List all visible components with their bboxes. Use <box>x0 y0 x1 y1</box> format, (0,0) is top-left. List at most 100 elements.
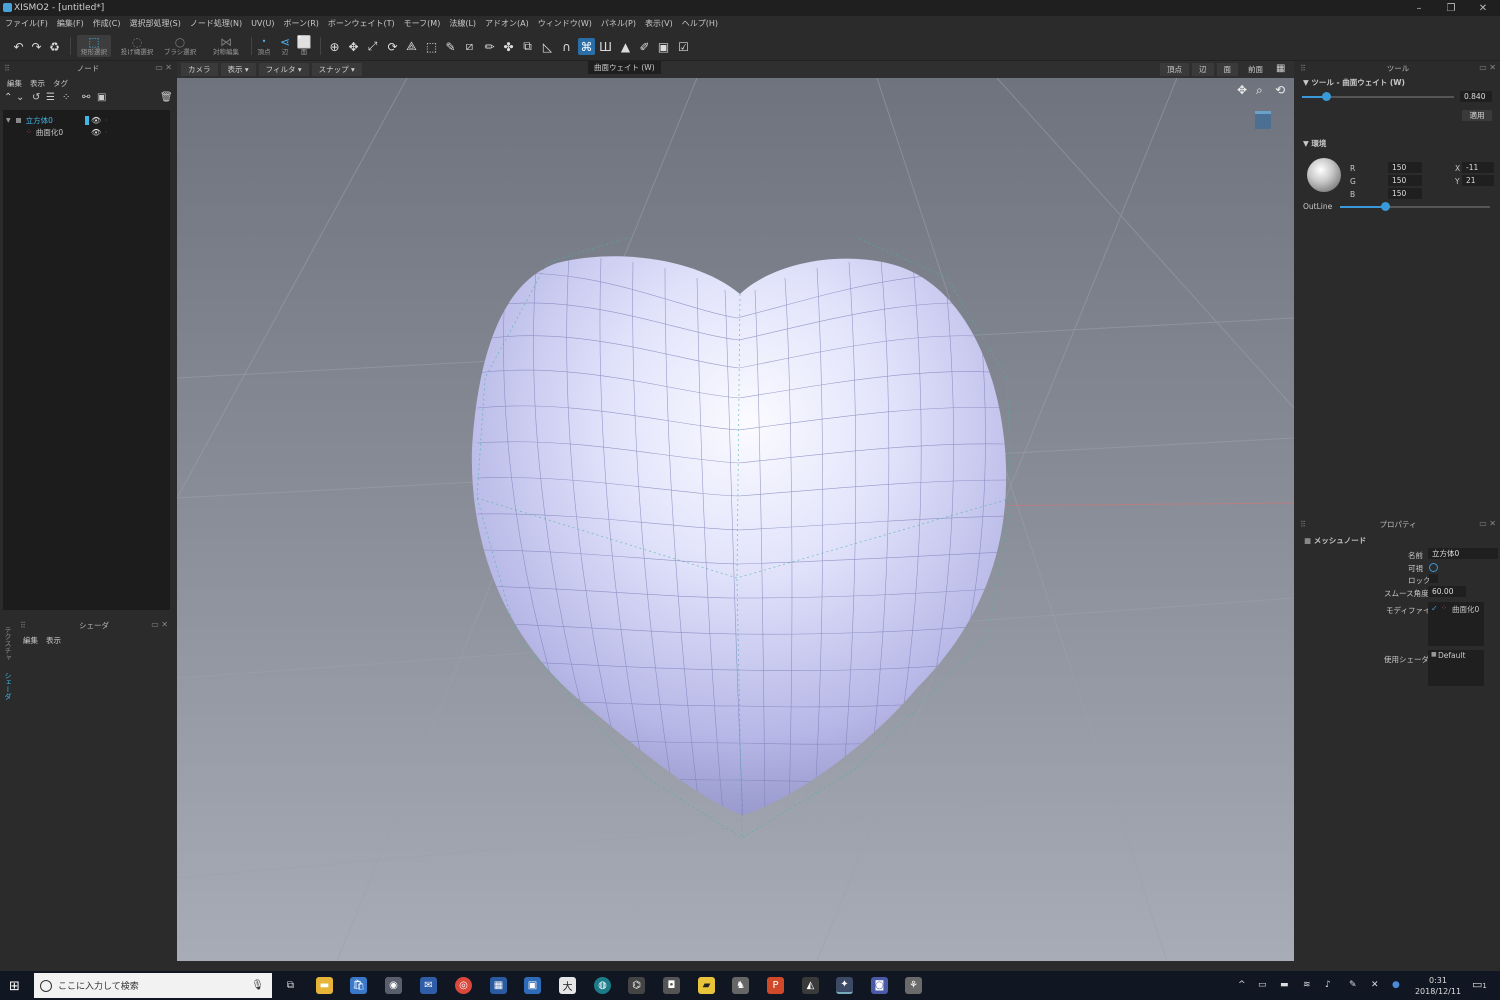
shader-tab-edit[interactable]: 編集 <box>23 635 38 646</box>
app-icon-3[interactable]: ▣ <box>524 977 541 994</box>
battery-icon[interactable]: ▬ <box>1280 980 1289 990</box>
name-input[interactable]: 立方体0 <box>1428 548 1498 559</box>
menu-bone[interactable]: ボーン(R) <box>284 18 319 29</box>
menu-help[interactable]: ヘルプ(H) <box>682 18 718 29</box>
redo-icon[interactable]: ↷ <box>28 38 45 55</box>
vertex-mode-button[interactable]: • 頂点 <box>257 35 271 57</box>
discord-icon[interactable]: ◙ <box>871 977 888 994</box>
panel-controls[interactable]: ▭ ✕ <box>155 63 172 72</box>
unity-icon[interactable]: ◭ <box>802 977 819 994</box>
knife-icon[interactable]: ⧄ <box>461 38 478 55</box>
3d-scene[interactable]: ✥ ⌕ ⟲ <box>177 77 1294 961</box>
weight-brush-icon[interactable]: Ш <box>597 38 614 55</box>
brush-select-button[interactable]: ○ ブラシ選択 <box>162 35 198 57</box>
menu-window[interactable]: ウィンドウ(W) <box>538 18 592 29</box>
weight-slider[interactable] <box>1302 92 1454 101</box>
menu-node[interactable]: ノード処理(N) <box>190 18 242 29</box>
microphone-icon[interactable]: 🎙 <box>251 980 264 991</box>
app-icon-1[interactable]: ◉ <box>385 977 402 994</box>
face-mode-button[interactable]: ⬜ 面 <box>297 35 312 57</box>
powerpoint-icon[interactable]: P <box>767 977 784 994</box>
tab-tag[interactable]: タグ <box>53 78 68 89</box>
shader-item[interactable]: Default <box>1438 651 1465 660</box>
lock-checkbox[interactable] <box>1429 574 1438 583</box>
sticky-notes-icon[interactable]: ▰ <box>698 977 715 994</box>
expand-icon[interactable]: ⌄ <box>16 92 24 103</box>
tray-x-icon[interactable]: ✕ <box>1371 980 1379 990</box>
env-header[interactable]: ▼ 環境 <box>1303 138 1326 149</box>
scale-icon[interactable]: ⤢ <box>364 38 381 55</box>
tray-blue-icon[interactable]: ● <box>1392 980 1400 990</box>
pen-icon[interactable]: ✎ <box>442 38 459 55</box>
pan-icon[interactable]: ✥ <box>1237 83 1247 97</box>
menu-view[interactable]: 表示(V) <box>645 18 673 29</box>
app-icon-8[interactable]: ⚘ <box>905 977 922 994</box>
restore-button[interactable]: ❐ <box>1434 0 1468 16</box>
weight-slider-knob[interactable] <box>1322 92 1331 101</box>
clock[interactable]: 0:31 2018/12/11 <box>1414 975 1462 997</box>
refresh-icon[interactable]: ↺ <box>32 92 40 103</box>
menu-uv[interactable]: UV(U) <box>251 19 274 28</box>
sym-edit-button[interactable]: ⋈ 対称編集 <box>208 35 244 57</box>
g-input[interactable]: 150 <box>1388 175 1422 186</box>
viewport[interactable]: カメラ 表示 ▾ フィルタ ▾ スナップ ▾ 頂点 辺 面 前面 ▦ ✥ ⌕ ⟲ <box>177 61 1294 961</box>
frame-icon[interactable]: ▣ <box>655 38 672 55</box>
checkmark-icon[interactable]: ✓ <box>1431 604 1438 613</box>
grip-icon[interactable]: ⠿ <box>20 621 26 630</box>
taskbar-search[interactable]: ここに入力して検索 🎙 <box>34 973 272 998</box>
outline-slider-knob[interactable] <box>1381 202 1390 211</box>
zoom-icon[interactable]: ⌕ <box>1256 83 1263 98</box>
filter-dropdown[interactable]: フィルタ ▾ <box>258 63 309 76</box>
camera-app-icon[interactable]: ◘ <box>663 977 680 994</box>
chrome-icon[interactable]: ◎ <box>455 977 472 994</box>
app-icon-5[interactable]: ◍ <box>594 977 611 994</box>
eyedropper-icon[interactable]: ✐ <box>636 38 653 55</box>
grip-icon[interactable]: ⠿ <box>1300 64 1306 73</box>
file-explorer-icon[interactable]: ▬ <box>316 977 333 994</box>
modifier-list[interactable]: ✓ ⁘ 曲面化0 <box>1428 602 1484 646</box>
xismo-taskbar-icon[interactable]: ✦ <box>836 977 853 994</box>
snap-dropdown[interactable]: スナップ ▾ <box>311 63 362 76</box>
list-icon[interactable]: ☰ <box>46 92 55 103</box>
camera-button[interactable]: カメラ <box>181 63 218 76</box>
visibility-eye-icon[interactable]: 👁 <box>91 116 101 125</box>
menu-addon[interactable]: アドオン(A) <box>485 18 529 29</box>
tray-network-icon[interactable]: ▭ <box>1258 980 1267 990</box>
layout-icon[interactable]: ▦ <box>1276 63 1290 76</box>
shader-list[interactable]: ■ Default <box>1428 650 1484 686</box>
nodes-icon[interactable]: ⚯ <box>82 92 90 103</box>
menu-file[interactable]: ファイル(F) <box>5 18 48 29</box>
tab-shader[interactable]: シェーダ <box>3 672 13 700</box>
tool-header[interactable]: ▼ ツール - 曲面ウェイト (W) <box>1303 77 1405 88</box>
minimize-button[interactable]: – <box>1402 0 1436 16</box>
cube-icon[interactable]: ▣ <box>97 92 106 103</box>
y-input[interactable]: 21 <box>1462 175 1494 186</box>
rect-select-button[interactable]: ⬚ 矩形選択 <box>77 35 111 57</box>
expand-arrow-icon[interactable]: ▼ <box>6 117 11 124</box>
store-icon[interactable]: 🛍 <box>350 977 367 994</box>
apply-button[interactable]: 適用 <box>1462 110 1492 121</box>
lock-icon[interactable]: · <box>105 116 107 125</box>
close-button[interactable]: ✕ <box>1466 0 1500 16</box>
tab-edit[interactable]: 編集 <box>7 78 22 89</box>
tray-chevron-icon[interactable]: ^ <box>1238 980 1246 990</box>
weld-icon[interactable]: ✤ <box>500 38 517 55</box>
grip-icon[interactable]: ⠿ <box>1300 520 1306 529</box>
task-view-icon[interactable]: ⧉ <box>282 977 299 994</box>
display-dropdown[interactable]: 表示 ▾ <box>220 63 256 76</box>
smooth-angle-input[interactable]: 60.00 <box>1428 586 1466 597</box>
tab-display[interactable]: 表示 <box>30 78 45 89</box>
menu-edit[interactable]: 編集(F) <box>57 18 84 29</box>
mail-icon[interactable]: ✉ <box>420 977 437 994</box>
matcap-sphere[interactable] <box>1307 158 1341 192</box>
panel-controls[interactable]: ▭ ✕ <box>1479 63 1496 72</box>
recycle-icon[interactable]: ♻ <box>46 38 63 55</box>
panel-controls[interactable]: ▭ ✕ <box>1479 519 1496 528</box>
lasso-select-button[interactable]: ◌ 投げ縄選択 <box>117 35 157 57</box>
app-icon-7[interactable]: ♞ <box>732 977 749 994</box>
notification-icon[interactable]: ▭1 <box>1472 978 1487 991</box>
grid-icon[interactable]: ⁘ <box>62 92 70 103</box>
menu-normal[interactable]: 法線(L) <box>449 18 476 29</box>
menu-boneweight[interactable]: ボーンウェイト(T) <box>328 18 395 29</box>
volume-icon[interactable]: ♪ <box>1325 980 1331 990</box>
